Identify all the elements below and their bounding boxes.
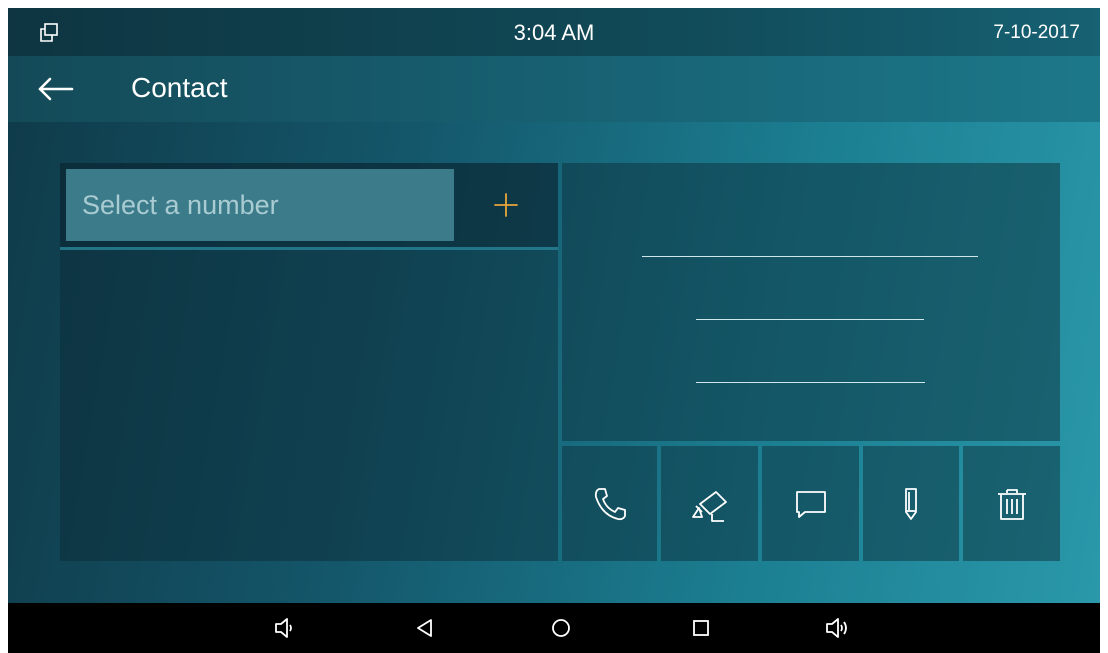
title-bar: Contact <box>8 56 1100 122</box>
page-title: Contact <box>131 72 228 103</box>
back-button[interactable] <box>32 72 76 106</box>
phone-icon <box>594 487 626 520</box>
device-screen: 3:04 AM 7-10-2017 Contact <box>8 8 1100 653</box>
call-button[interactable] <box>562 446 657 561</box>
add-contact-button[interactable] <box>490 189 522 221</box>
status-bar: 3:04 AM 7-10-2017 <box>8 8 1100 56</box>
group-line <box>696 382 925 383</box>
back-triangle-icon[interactable] <box>412 615 438 641</box>
number-line <box>696 319 924 320</box>
pencil-icon <box>905 487 917 520</box>
arrow-left-icon <box>38 77 74 101</box>
monitor-button[interactable] <box>661 446 758 561</box>
plus-icon <box>494 193 518 217</box>
number-select-input[interactable] <box>66 169 454 241</box>
camera-icon <box>691 490 727 522</box>
status-date: 7-10-2017 <box>993 22 1080 43</box>
volume-up-icon[interactable] <box>824 615 850 641</box>
volume-down-icon[interactable] <box>272 615 298 641</box>
edit-button[interactable] <box>863 446 959 561</box>
trash-icon <box>997 488 1026 520</box>
status-time: 3:04 AM <box>513 20 595 45</box>
recents-square-icon[interactable] <box>688 615 714 641</box>
delete-button[interactable] <box>963 446 1060 561</box>
contact-detail-card <box>562 163 1060 441</box>
contact-list[interactable] <box>60 250 558 561</box>
name-line <box>642 256 978 257</box>
home-circle-icon[interactable] <box>548 615 574 641</box>
message-icon <box>795 490 826 518</box>
number-select-row <box>60 163 558 250</box>
contact-list-panel <box>60 163 558 561</box>
message-button[interactable] <box>762 446 859 561</box>
navigation-bar <box>8 603 1100 653</box>
